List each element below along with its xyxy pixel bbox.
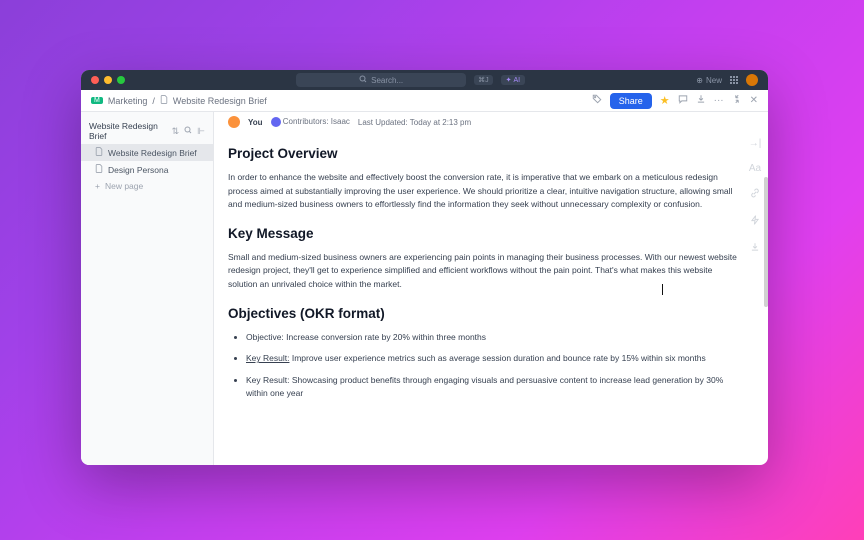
apps-grid-icon[interactable]	[730, 76, 738, 84]
main-document: You Contributors: Isaac Last Updated: To…	[214, 112, 768, 465]
search-shortcut-badge: ⌘J	[474, 75, 493, 85]
toolbar-right: Share ★ ··· ✕	[592, 93, 758, 109]
ai-label: AI	[514, 77, 521, 84]
sidebar-search-icon[interactable]	[184, 126, 192, 137]
search-icon	[359, 75, 367, 85]
star-icon[interactable]: ★	[660, 94, 670, 107]
heading-keymsg: Key Message	[228, 226, 738, 241]
plus-icon: +	[95, 181, 100, 191]
close-icon[interactable]: ✕	[750, 95, 758, 106]
text-cursor	[662, 284, 663, 295]
breadcrumb: M Marketing / Website Redesign Brief	[91, 95, 267, 106]
sidebar-item-label: Website Redesign Brief	[108, 148, 197, 158]
author-label: You	[248, 118, 263, 127]
sidebar-item-redesign-brief[interactable]: Website Redesign Brief	[81, 144, 213, 161]
comment-icon[interactable]	[678, 94, 688, 107]
document-icon	[95, 147, 103, 158]
new-page-label: New page	[105, 181, 143, 191]
window-minimize-icon[interactable]	[104, 76, 112, 84]
sidebar-item-design-persona[interactable]: Design Persona	[81, 161, 213, 178]
download-icon[interactable]	[696, 94, 706, 107]
list-item: Key Result: Showcasing product benefits …	[246, 374, 738, 401]
ai-badge[interactable]: ✦ AI	[501, 75, 526, 85]
key-result-text: Improve user experience metrics such as …	[289, 353, 705, 363]
share-button[interactable]: Share	[610, 93, 652, 109]
updated-label: Last Updated:	[358, 118, 408, 127]
heading-overview: Project Overview	[228, 146, 738, 161]
titlebar-center: Search... ⌘J ✦ AI	[130, 73, 691, 87]
objectives-list: Objective: Increase conversion rate by 2…	[228, 331, 738, 401]
window-close-icon[interactable]	[91, 76, 99, 84]
export-icon[interactable]	[750, 242, 760, 255]
sidebar-header: Website Redesign Brief ⇅ ⊩	[81, 118, 213, 144]
sparkle-icon: ✦	[506, 76, 512, 84]
breadcrumb-page[interactable]: Website Redesign Brief	[173, 96, 267, 106]
contributors-label: Contributors:	[283, 117, 329, 126]
document-icon	[95, 164, 103, 175]
updated-value: Today at 2:13 pm	[410, 118, 471, 127]
new-label: New	[706, 76, 722, 85]
toolbar: M Marketing / Website Redesign Brief Sha…	[81, 90, 768, 112]
search-input[interactable]: Search...	[296, 73, 466, 87]
link-icon[interactable]	[750, 188, 760, 201]
titlebar-right: ⊕ New	[696, 74, 758, 86]
list-item: Objective: Increase conversion rate by 2…	[246, 331, 738, 345]
lightning-icon[interactable]	[750, 215, 760, 228]
plus-icon: ⊕	[696, 76, 703, 85]
key-result-label: Key Result:	[246, 353, 289, 363]
tag-icon[interactable]	[592, 94, 602, 107]
doc-meta: You Contributors: Isaac Last Updated: To…	[214, 112, 768, 132]
document-icon	[160, 95, 168, 106]
new-button[interactable]: ⊕ New	[696, 76, 722, 85]
sidebar-title: Website Redesign Brief	[89, 121, 172, 141]
paragraph-overview: In order to enhance the website and effe…	[228, 171, 738, 212]
search-placeholder: Search...	[371, 76, 403, 85]
window-maximize-icon[interactable]	[117, 76, 125, 84]
window-titlebar: Search... ⌘J ✦ AI ⊕ New	[81, 70, 768, 90]
author-avatar[interactable]	[228, 116, 240, 128]
app-window: Search... ⌘J ✦ AI ⊕ New M Marketing /	[81, 70, 768, 465]
sidebar-sort-icon[interactable]: ⇅	[172, 126, 180, 137]
scrollbar-thumb[interactable]	[764, 177, 768, 307]
more-icon[interactable]: ···	[714, 95, 724, 106]
sidebar: Website Redesign Brief ⇅ ⊩ Website Redes…	[81, 112, 214, 465]
right-rail: →| Aa	[746, 138, 764, 255]
typography-icon[interactable]: Aa	[749, 163, 761, 174]
sidebar-collapse-icon[interactable]: ⊩	[197, 126, 205, 137]
heading-objectives: Objectives (OKR format)	[228, 306, 738, 321]
breadcrumb-workspace[interactable]: Marketing	[108, 96, 148, 106]
content-area: Website Redesign Brief ⇅ ⊩ Website Redes…	[81, 112, 768, 465]
collapse-icon[interactable]	[732, 94, 742, 107]
workspace-badge[interactable]: M	[91, 97, 103, 104]
collapse-rail-icon[interactable]: →|	[749, 138, 762, 149]
sidebar-item-label: Design Persona	[108, 165, 168, 175]
sidebar-new-page[interactable]: + New page	[81, 178, 213, 194]
contributor-avatar[interactable]	[271, 117, 281, 127]
list-item: Key Result: Improve user experience metr…	[246, 352, 738, 366]
contributors-value: Isaac	[331, 117, 350, 126]
doc-body[interactable]: Project Overview In order to enhance the…	[214, 132, 768, 429]
user-avatar[interactable]	[746, 74, 758, 86]
breadcrumb-sep: /	[152, 96, 155, 106]
